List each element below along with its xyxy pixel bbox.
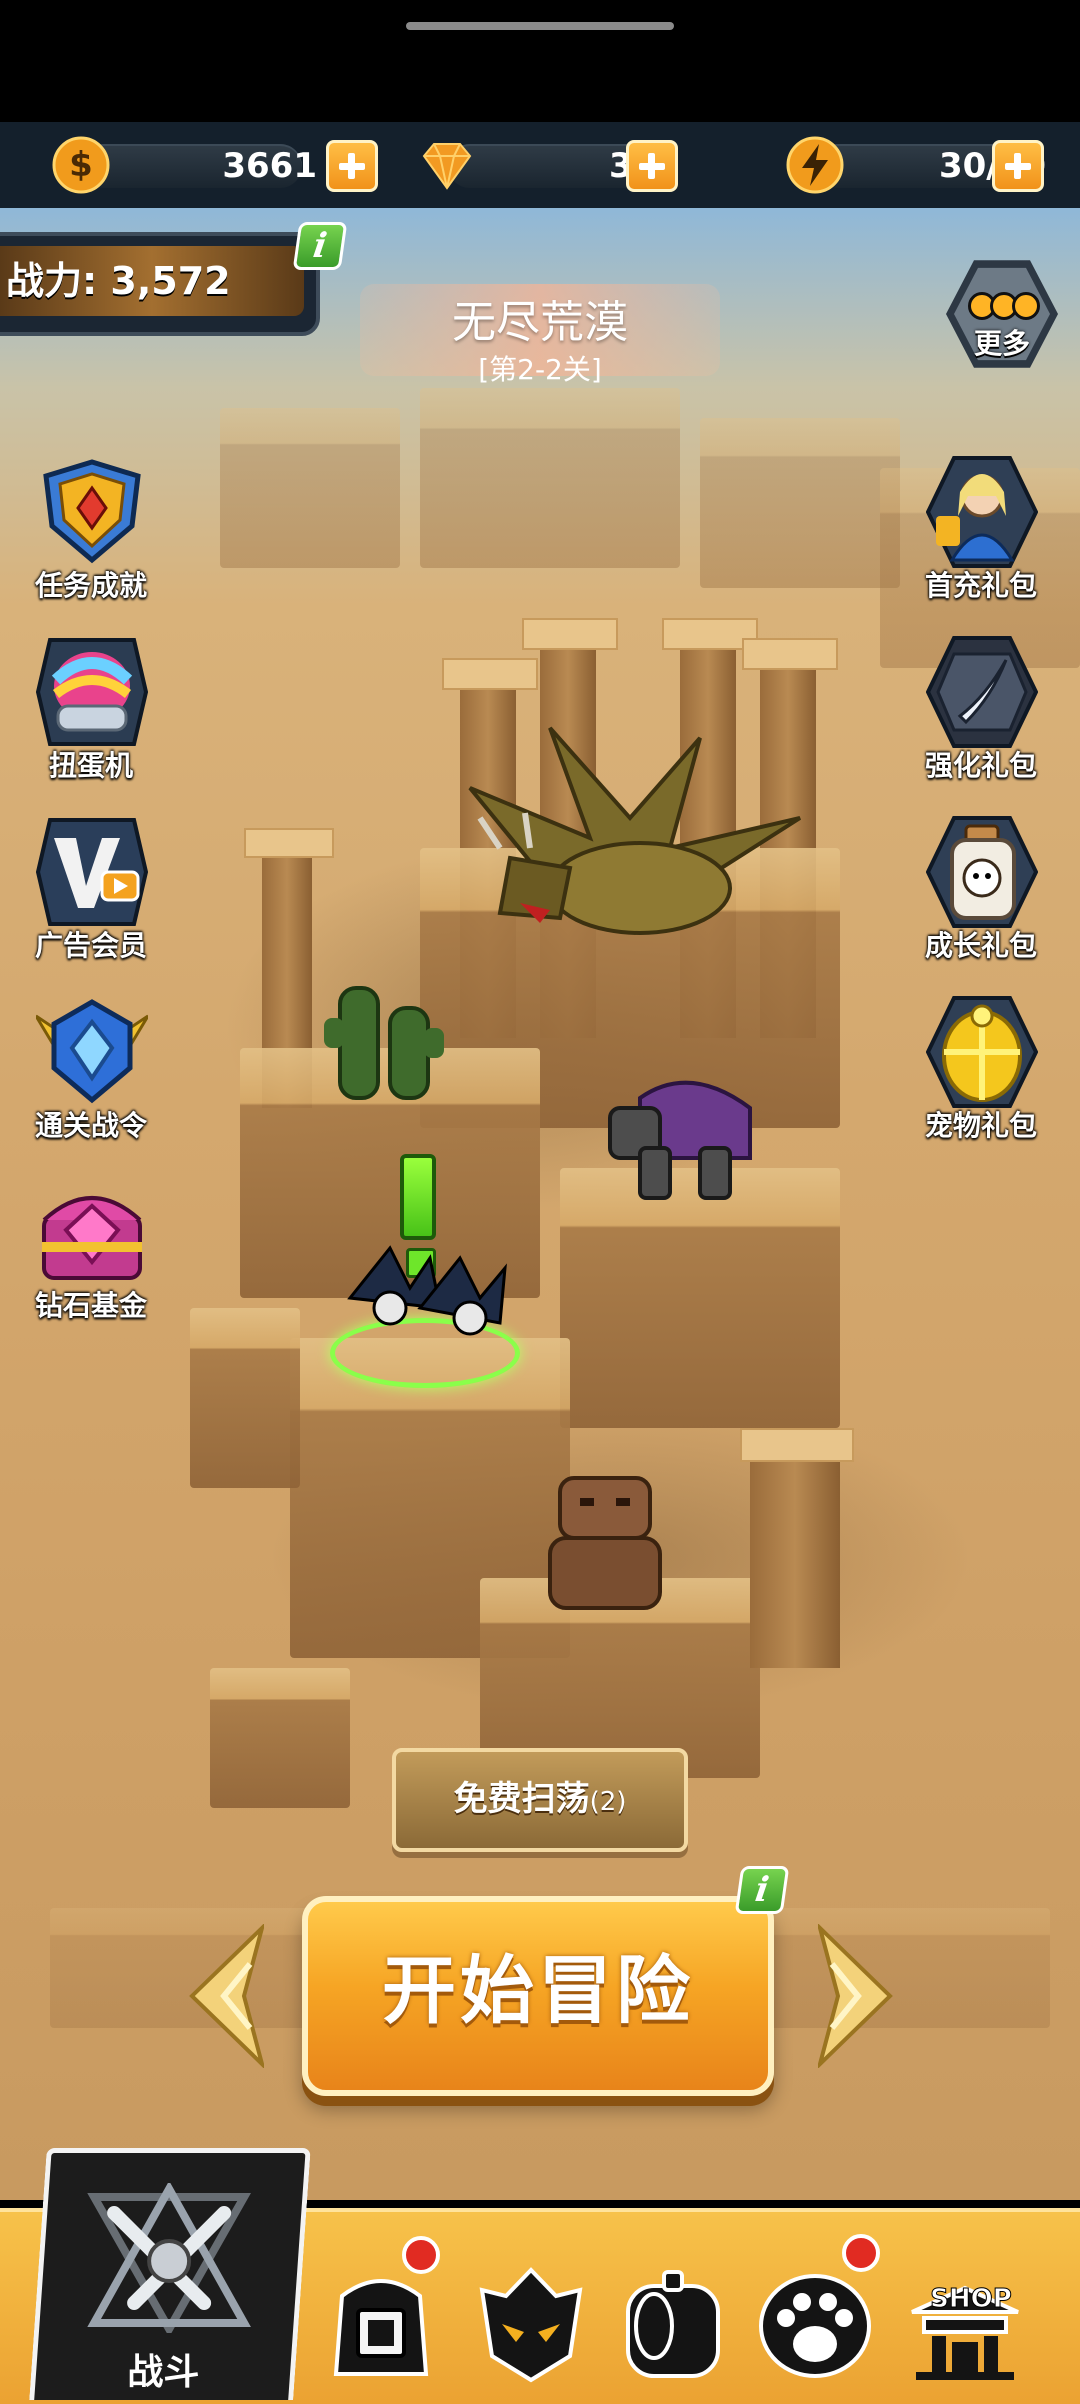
backpack-icon[interactable]	[614, 2266, 732, 2384]
side-item-ad-vip[interactable]: 广告会员	[16, 816, 166, 966]
winged-badge-icon	[36, 999, 148, 1104]
side-item-gem-fund[interactable]: 钻石基金	[16, 1176, 166, 1326]
coin-value: 3661	[222, 146, 317, 186]
shop-label: SHOP	[930, 2284, 1013, 2315]
gem-counter: 345	[418, 136, 688, 194]
notch-indicator	[406, 22, 674, 30]
add-gems-button[interactable]	[626, 140, 678, 192]
small-mesa	[190, 1308, 300, 1488]
more-button[interactable]: 更多	[946, 258, 1058, 370]
side-item-gacha[interactable]: 扭蛋机	[16, 636, 166, 786]
vip-play-icon	[36, 818, 148, 926]
start-adventure-button[interactable]: 开始冒险	[302, 1896, 774, 2096]
side-item-first-recharge[interactable]: 首充礼包	[906, 456, 1056, 606]
sweep-count: (2)	[589, 1787, 627, 1817]
next-stage-arrow-icon[interactable]	[818, 1924, 898, 2068]
distant-mesa	[700, 418, 900, 588]
small-mesa	[210, 1668, 350, 1808]
sweep-label: 免费扫荡	[453, 1779, 590, 1819]
status-bar	[0, 0, 1080, 122]
tab-battle-label: 战斗	[127, 2352, 200, 2393]
battle-crossed-swords-icon	[87, 2183, 251, 2333]
battle-power-panel[interactable]: 战力: 3,572	[0, 232, 330, 336]
start-info-badge-icon[interactable]: i	[734, 1866, 790, 1914]
more-label: 更多	[973, 327, 1030, 360]
bird-squad-sprite[interactable]	[330, 1228, 520, 1348]
rock-golem-sprite[interactable]	[540, 1468, 670, 1618]
pet-paw-icon[interactable]	[756, 2266, 874, 2384]
currency-bar: $ 3661 345 30/30	[0, 122, 1080, 208]
prev-stage-arrow-icon[interactable]	[184, 1924, 264, 2068]
distant-mesa	[220, 408, 400, 568]
gacha-egg-icon	[36, 638, 148, 746]
equipment-notification-dot	[402, 2236, 440, 2274]
crystal-golem-sprite[interactable]	[600, 1068, 770, 1208]
side-item-pet-pack[interactable]: 宠物礼包	[906, 996, 1056, 1146]
side-item-battle-pass[interactable]: 通关战令	[16, 996, 166, 1146]
gem-chest-icon	[42, 1196, 142, 1280]
coin-icon: $	[52, 136, 110, 194]
battle-power-value: 战力: 3,572	[6, 259, 231, 303]
pet-notification-dot	[842, 2234, 880, 2272]
heroine-portrait-icon	[926, 456, 1038, 568]
add-energy-button[interactable]	[992, 140, 1044, 192]
energy-counter: 30/30	[786, 136, 1056, 194]
lightning-icon	[786, 136, 844, 194]
stage-level: [第2-2关]	[478, 353, 602, 386]
hero-mask-icon[interactable]	[472, 2266, 590, 2384]
add-coins-button[interactable]	[326, 140, 378, 192]
stone-pillar	[750, 1448, 840, 1668]
side-item-enhance-pack[interactable]: 强化礼包	[906, 636, 1056, 786]
feather-stone-icon	[926, 636, 1038, 748]
svg-text:$: $	[69, 145, 93, 185]
cactus-monster-sprite[interactable]	[320, 968, 450, 1108]
side-item-tasks[interactable]: 任务成就	[16, 456, 166, 606]
dragon-boss-sprite[interactable]	[440, 698, 820, 968]
side-item-growth-pack[interactable]: 成长礼包	[906, 816, 1056, 966]
info-badge-icon[interactable]: i	[292, 222, 348, 270]
coin-counter: $ 3661	[52, 136, 378, 194]
trophy-icon	[43, 459, 141, 564]
potion-jar-icon	[926, 816, 1038, 928]
distant-mesa	[420, 388, 680, 568]
stage-title-panel: 无尽荒漠 [第2-2关]	[360, 284, 720, 386]
free-sweep-button[interactable]: 免费扫荡(2)	[392, 1748, 688, 1852]
more-dot-icon	[1012, 292, 1040, 320]
tab-battle[interactable]: 战斗	[29, 2148, 311, 2400]
start-label: 开始冒险	[382, 1948, 694, 2034]
golden-egg-icon	[926, 996, 1038, 1108]
equipment-armor-icon[interactable]	[322, 2266, 440, 2384]
diamond-icon	[422, 143, 472, 190]
stage-name: 无尽荒漠	[452, 297, 628, 348]
